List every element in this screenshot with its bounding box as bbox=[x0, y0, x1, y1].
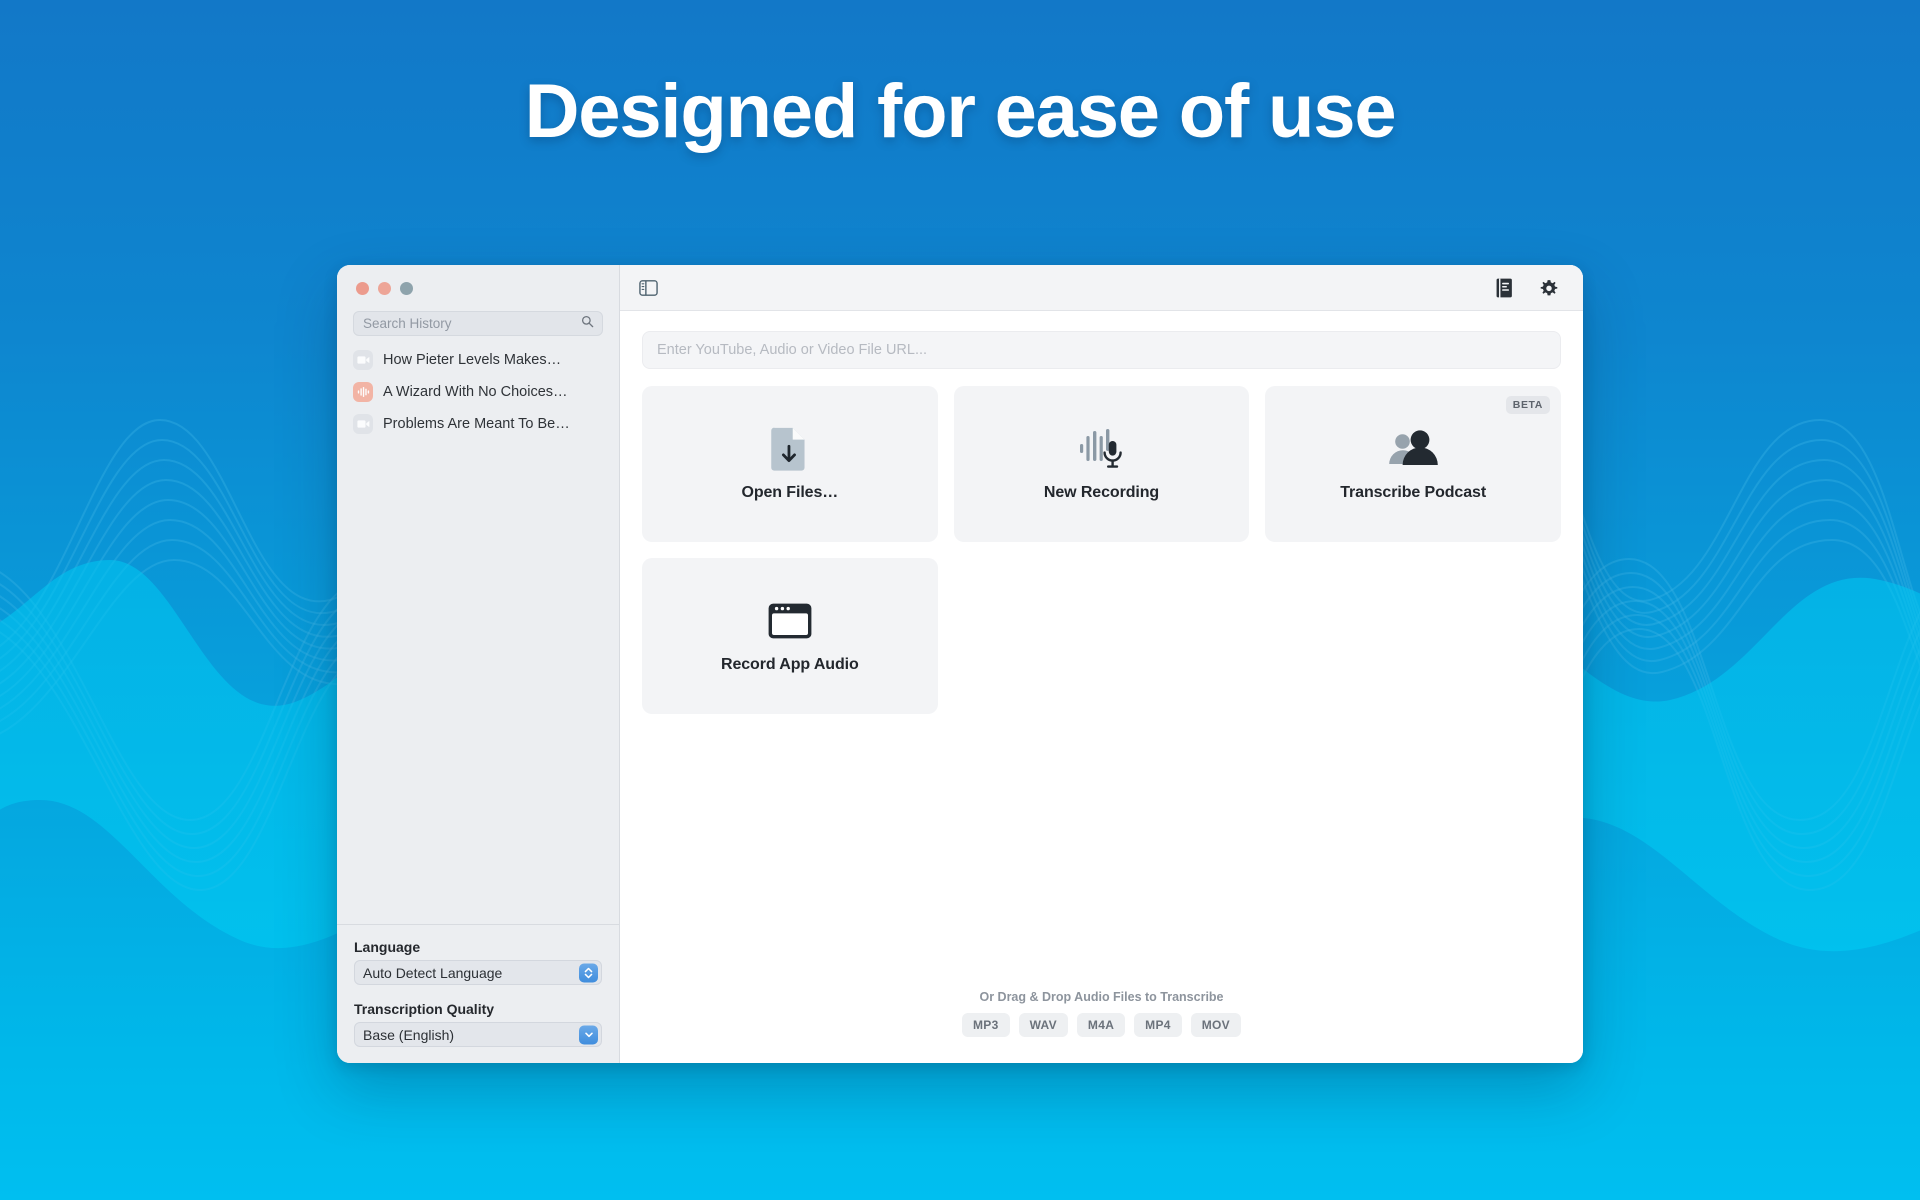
format-chip: MP4 bbox=[1134, 1013, 1182, 1037]
video-camera-icon bbox=[353, 350, 373, 370]
sidebar-toggle-icon[interactable] bbox=[639, 280, 658, 296]
status-badge: BETA bbox=[1506, 396, 1550, 414]
language-label: Language bbox=[354, 939, 602, 955]
list-item-label: How Pieter Levels Makes… bbox=[383, 352, 561, 368]
search-icon bbox=[581, 315, 594, 333]
main-body: Enter YouTube, Audio or Video File URL..… bbox=[620, 311, 1583, 1063]
waveform-microphone-icon bbox=[1078, 427, 1124, 471]
sidebar-spacer bbox=[337, 440, 619, 924]
format-chip: MP3 bbox=[962, 1013, 1010, 1037]
sidebar: Search History bbox=[337, 265, 620, 1063]
close-window-button[interactable] bbox=[356, 282, 369, 295]
card-label: Record App Audio bbox=[721, 656, 859, 674]
format-chip: WAV bbox=[1019, 1013, 1068, 1037]
file-download-icon bbox=[771, 427, 808, 471]
sidebar-settings: Language Auto Detect Language Transcript… bbox=[337, 924, 619, 1063]
quality-value: Base (English) bbox=[363, 1027, 454, 1043]
action-card-grid: Open Files… bbox=[642, 386, 1561, 714]
list-item[interactable]: A Wizard With No Choices… bbox=[347, 376, 609, 408]
card-label: Open Files… bbox=[741, 484, 838, 502]
video-camera-icon bbox=[353, 414, 373, 434]
new-recording-card[interactable]: New Recording bbox=[954, 386, 1250, 542]
record-app-audio-card[interactable]: Record App Audio bbox=[642, 558, 938, 714]
quality-select[interactable]: Base (English) bbox=[354, 1022, 602, 1047]
supported-formats: MP3 WAV M4A MP4 MOV bbox=[962, 1013, 1241, 1037]
toolbar bbox=[620, 265, 1583, 311]
open-files-card[interactable]: Open Files… bbox=[642, 386, 938, 542]
search-history-container: Search History bbox=[337, 311, 619, 336]
card-label: Transcribe Podcast bbox=[1340, 484, 1486, 502]
search-placeholder: Search History bbox=[363, 316, 452, 331]
chevron-down-icon bbox=[579, 1025, 598, 1044]
app-window: Search History bbox=[337, 265, 1583, 1063]
language-select[interactable]: Auto Detect Language bbox=[354, 960, 602, 985]
list-item[interactable]: Problems Are Meant To Be… bbox=[347, 408, 609, 440]
screenshot-root: Designed for ease of use Search History bbox=[0, 0, 1920, 1200]
search-input[interactable]: Search History bbox=[353, 311, 603, 336]
history-list: How Pieter Levels Makes… A Wizard With N… bbox=[337, 336, 619, 440]
main-panel: Enter YouTube, Audio or Video File URL..… bbox=[620, 265, 1583, 1063]
drag-drop-text: Or Drag & Drop Audio Files to Transcribe bbox=[979, 990, 1223, 1004]
list-item-label: Problems Are Meant To Be… bbox=[383, 416, 570, 432]
waveform-icon bbox=[353, 382, 373, 402]
format-chip: MOV bbox=[1191, 1013, 1241, 1037]
card-label: New Recording bbox=[1044, 484, 1159, 502]
two-people-icon bbox=[1388, 427, 1438, 471]
window-traffic-lights bbox=[337, 265, 619, 311]
page-title: Designed for ease of use bbox=[0, 68, 1920, 155]
stepper-chevrons-icon bbox=[579, 963, 598, 982]
url-input-placeholder: Enter YouTube, Audio or Video File URL..… bbox=[657, 342, 927, 358]
drag-drop-footer: Or Drag & Drop Audio Files to Transcribe… bbox=[642, 990, 1561, 1063]
gear-icon[interactable] bbox=[1539, 278, 1559, 298]
toolbar-actions bbox=[1496, 278, 1559, 298]
url-input[interactable]: Enter YouTube, Audio or Video File URL..… bbox=[642, 331, 1561, 369]
list-item-label: A Wizard With No Choices… bbox=[383, 384, 568, 400]
list-item[interactable]: How Pieter Levels Makes… bbox=[347, 344, 609, 376]
minimize-window-button[interactable] bbox=[378, 282, 391, 295]
language-value: Auto Detect Language bbox=[363, 965, 502, 981]
quality-label: Transcription Quality bbox=[354, 1001, 602, 1017]
app-window-icon bbox=[767, 599, 813, 643]
notebook-icon[interactable] bbox=[1496, 278, 1513, 298]
transcribe-podcast-card[interactable]: BETA bbox=[1265, 386, 1561, 542]
maximize-window-button[interactable] bbox=[400, 282, 413, 295]
format-chip: M4A bbox=[1077, 1013, 1125, 1037]
